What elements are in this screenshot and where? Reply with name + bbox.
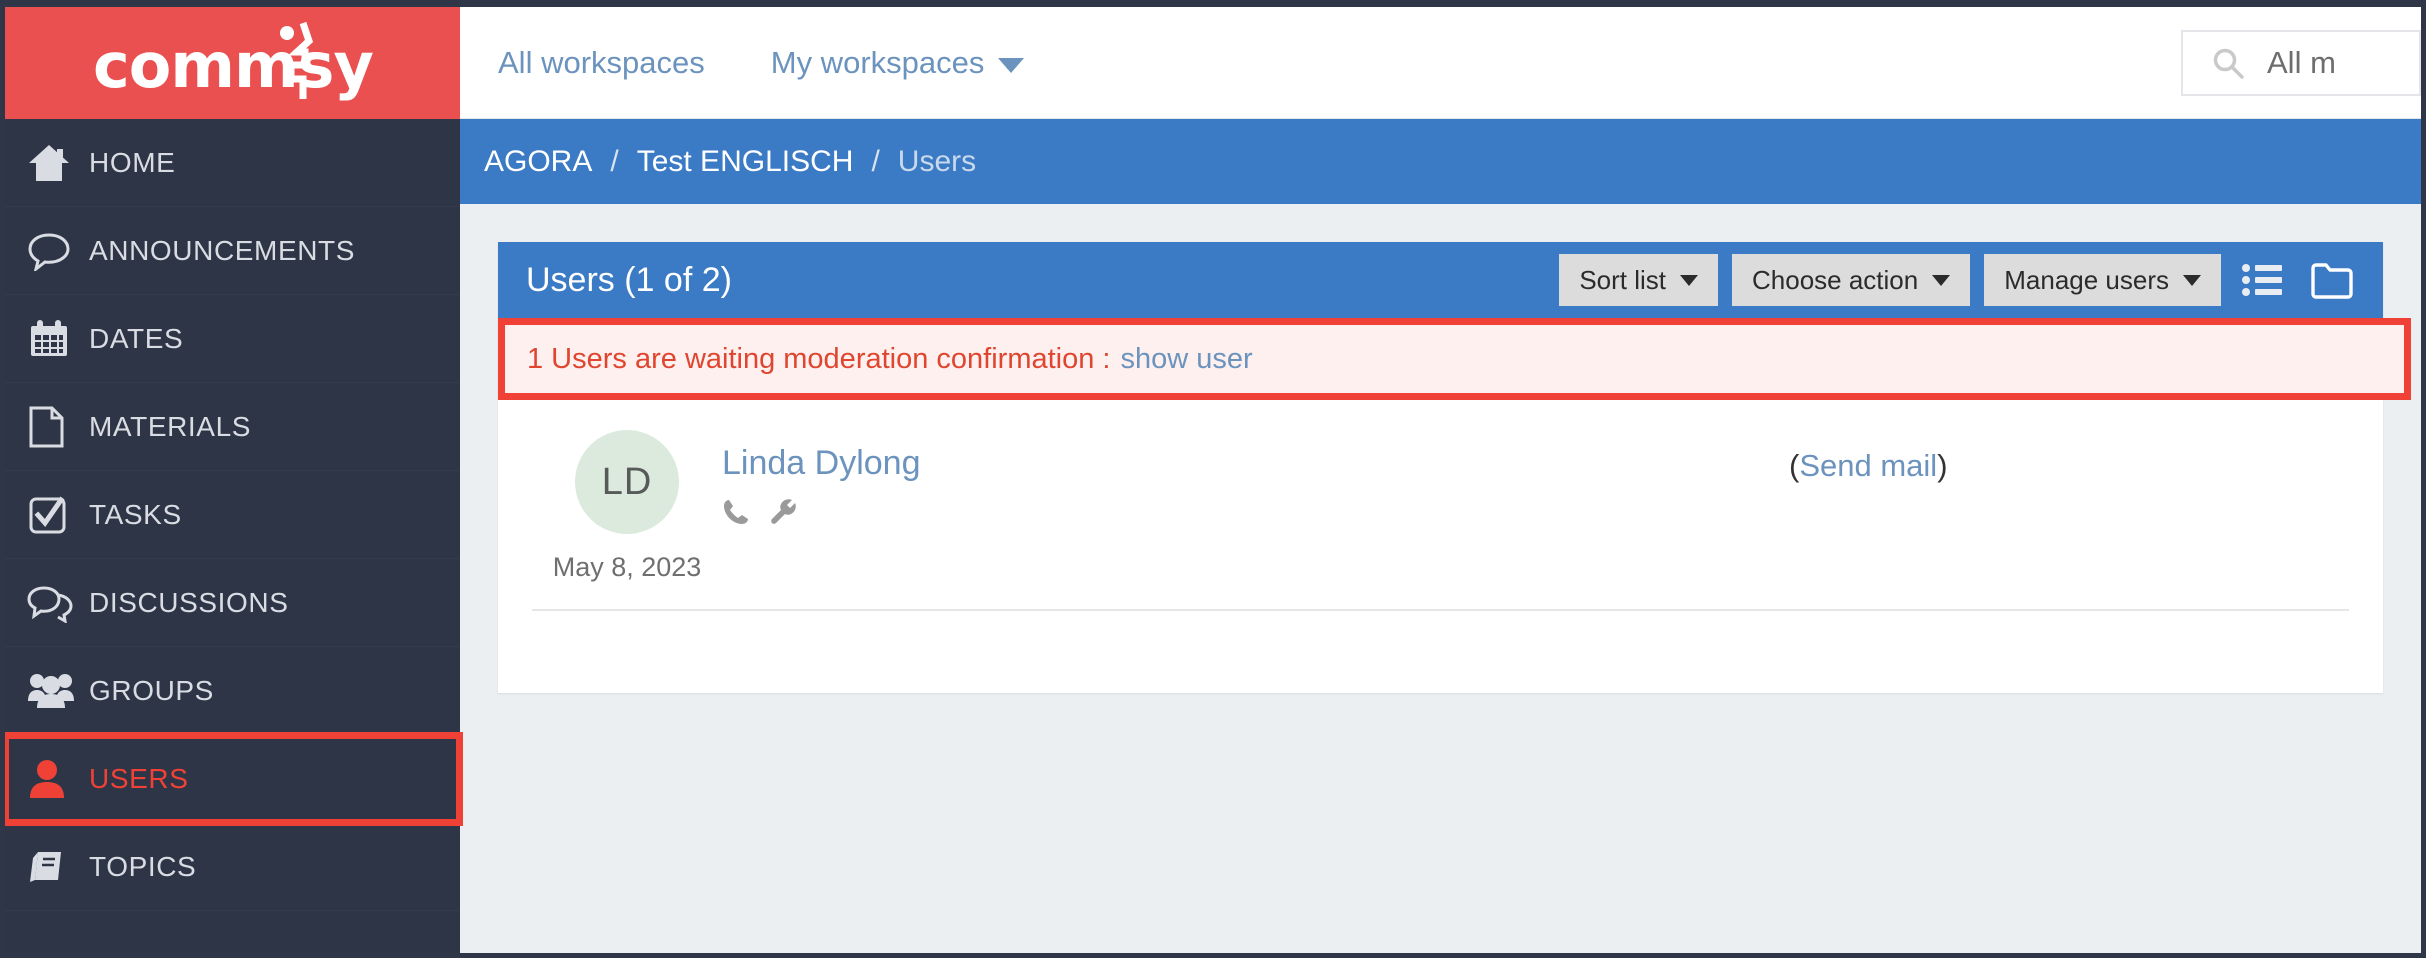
nav-my-workspaces-label: My workspaces [770,44,985,80]
show-user-link[interactable]: show user [1120,343,1252,376]
sidebar-item-label: TASKS [89,498,182,530]
sidebar-item-tasks[interactable]: TASKS [5,471,460,559]
sidebar-item-home[interactable]: HOME [5,119,460,207]
double-speech-bubble-icon [27,583,89,623]
caret-down-icon [1680,274,1698,286]
page-title: Users (1 of 2) [526,260,732,299]
document-icon [27,405,89,449]
folder-icon[interactable] [2303,261,2361,299]
sidebar-item-label: TOPICS [89,850,197,882]
sidebar-item-label: MATERIALS [89,410,252,442]
choose-action-button[interactable]: Choose action [1732,254,1971,306]
send-mail-link[interactable]: (Send mail) [1789,448,1948,484]
breadcrumb-item-agora[interactable]: AGORA [484,145,592,179]
search-icon [2213,48,2244,79]
book-icon [27,846,89,888]
sidebar-item-announcements[interactable]: ANNOUNCEMENTS [5,207,460,295]
main-content: Users (1 of 2) Sort list Choose action M… [460,204,2421,953]
search-placeholder-text: All m [2267,44,2336,80]
sidebar-item-users[interactable]: USERS [5,732,463,826]
breadcrumb-item-workspace[interactable]: Test ENGLISCH [637,145,854,179]
top-bar: All workspaces My workspaces All m [460,7,2421,119]
top-bar-right: All m [2181,29,2421,96]
user-action-column: (Send mail) [1789,430,2349,484]
commsy-logo: commsy [5,7,460,119]
sidebar-item-label: DISCUSSIONS [89,586,289,618]
user-name-link[interactable]: Linda Dylong [722,444,920,482]
panel-bottom-spacer [532,611,2349,693]
choose-action-label: Choose action [1752,264,1919,295]
breadcrumb-item-current: Users [897,144,977,178]
calendar-icon [27,318,89,360]
breadcrumb-separator: / [610,144,619,178]
sidebar-item-label: ANNOUNCEMENTS [89,234,356,266]
commsy-logo-figure-icon [280,21,314,99]
user-meta-icons [722,497,1789,532]
sidebar: commsy HOME ANNOUNCEMENTS DATES MATERIAL… [5,7,463,953]
breadcrumb: AGORA / Test ENGLISCH / Users [460,119,2421,204]
avatar[interactable]: LD [575,430,679,534]
sidebar-item-label: DATES [89,322,184,354]
sidebar-item-label: HOME [89,146,176,178]
list-view-icon[interactable] [2235,262,2289,298]
brand-header[interactable]: commsy [5,7,460,119]
nav-all-workspaces-label: All workspaces [498,44,705,80]
manage-users-button[interactable]: Manage users [1984,254,2221,306]
home-icon [27,143,89,183]
phone-icon [722,497,752,532]
user-avatar-column: LD May 8, 2023 [532,430,722,583]
person-icon [27,758,89,800]
people-group-icon [27,671,89,711]
search-input[interactable]: All m [2181,29,2421,96]
nav-all-workspaces[interactable]: All workspaces [498,45,705,81]
sidebar-item-materials[interactable]: MATERIALS [5,383,460,471]
sidebar-item-discussions[interactable]: DISCUSSIONS [5,559,460,647]
sort-list-label: Sort list [1579,264,1666,295]
moderation-alert: 1 Users are waiting moderation confirmat… [498,318,2411,400]
checkbox-checked-icon [27,494,89,536]
breadcrumb-separator: / [871,144,880,178]
users-panel-header: Users (1 of 2) Sort list Choose action M… [498,242,2383,318]
user-date: May 8, 2023 [552,552,702,582]
list-item: LD May 8, 2023 Linda Dylong (Send mail) [532,430,2349,611]
top-nav: All workspaces My workspaces [460,45,1025,81]
wrench-icon [768,497,798,532]
sidebar-item-topics[interactable]: TOPICS [5,823,460,911]
chevron-down-icon [998,57,1025,73]
panel-toolbar: Sort list Choose action Manage users [1559,254,2361,306]
sidebar-item-groups[interactable]: GROUPS [5,647,460,735]
users-list: LD May 8, 2023 Linda Dylong (Send mail) [498,400,2383,693]
sidebar-item-label: GROUPS [89,674,214,706]
send-mail-open-paren: ( [1789,448,1800,483]
sidebar-item-label: USERS [89,762,189,794]
sidebar-nav: HOME ANNOUNCEMENTS DATES MATERIALS TASKS… [5,119,463,911]
brand-wordmark: commsy [93,29,374,102]
app-window: commsy HOME ANNOUNCEMENTS DATES MATERIAL… [0,0,2426,958]
sidebar-item-dates[interactable]: DATES [5,295,460,383]
caret-down-icon [2183,274,2201,286]
nav-my-workspaces[interactable]: My workspaces [771,45,1025,81]
send-mail-close-paren: ) [1937,448,1948,483]
manage-users-label: Manage users [2004,264,2169,295]
moderation-alert-text: 1 Users are waiting moderation confirmat… [527,342,1111,375]
user-info-column: Linda Dylong [722,430,1789,532]
send-mail-label: Send mail [1799,448,1938,483]
users-panel: Users (1 of 2) Sort list Choose action M… [498,242,2411,693]
sort-list-button[interactable]: Sort list [1559,254,1718,306]
caret-down-icon [1932,274,1951,286]
speech-bubble-icon [27,231,89,271]
